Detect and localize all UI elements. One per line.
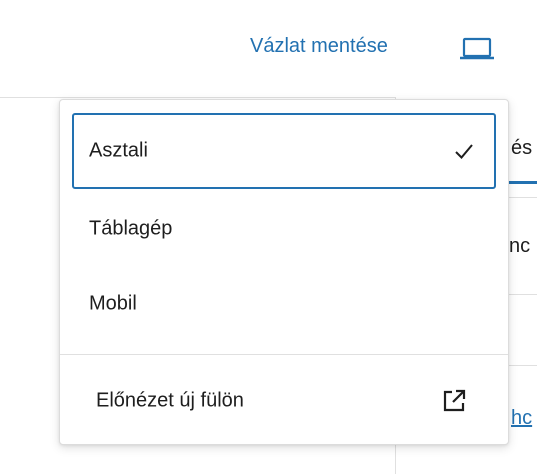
- editor-page: Vázlat mentése és nc hc Asztali Táblagép: [0, 0, 537, 474]
- sidebar-tab[interactable]: és: [511, 137, 532, 160]
- sidebar-panel-label[interactable]: nc: [509, 235, 530, 258]
- preview-in-new-tab-item[interactable]: Előnézet új fülön: [72, 366, 496, 436]
- save-draft-button[interactable]: Vázlat mentése: [250, 35, 388, 58]
- active-tab-indicator: [509, 181, 537, 184]
- external-link-icon: [443, 389, 466, 412]
- menu-item-desktop[interactable]: Asztali: [72, 113, 496, 189]
- menu-item-label: Asztali: [89, 139, 148, 162]
- sidebar-divider: [509, 365, 537, 366]
- check-icon: [455, 144, 473, 159]
- editor-header: Vázlat mentése: [0, 0, 537, 98]
- menu-item-label: Táblagép: [89, 217, 173, 240]
- menu-divider: [60, 354, 508, 355]
- menu-item-label: Előnézet új fülön: [96, 389, 244, 412]
- menu-item-label: Mobil: [89, 292, 137, 315]
- preview-dropdown-menu: Asztali Táblagép Mobil Előnézet új fülön: [59, 99, 509, 445]
- preview-toggle-button[interactable]: [456, 30, 500, 66]
- menu-item-tablet[interactable]: Táblagép: [72, 191, 496, 267]
- desktop-icon: [460, 37, 494, 60]
- menu-item-mobile[interactable]: Mobil: [72, 266, 496, 342]
- sidebar-link[interactable]: hc: [511, 407, 532, 430]
- sidebar-divider: [509, 294, 537, 295]
